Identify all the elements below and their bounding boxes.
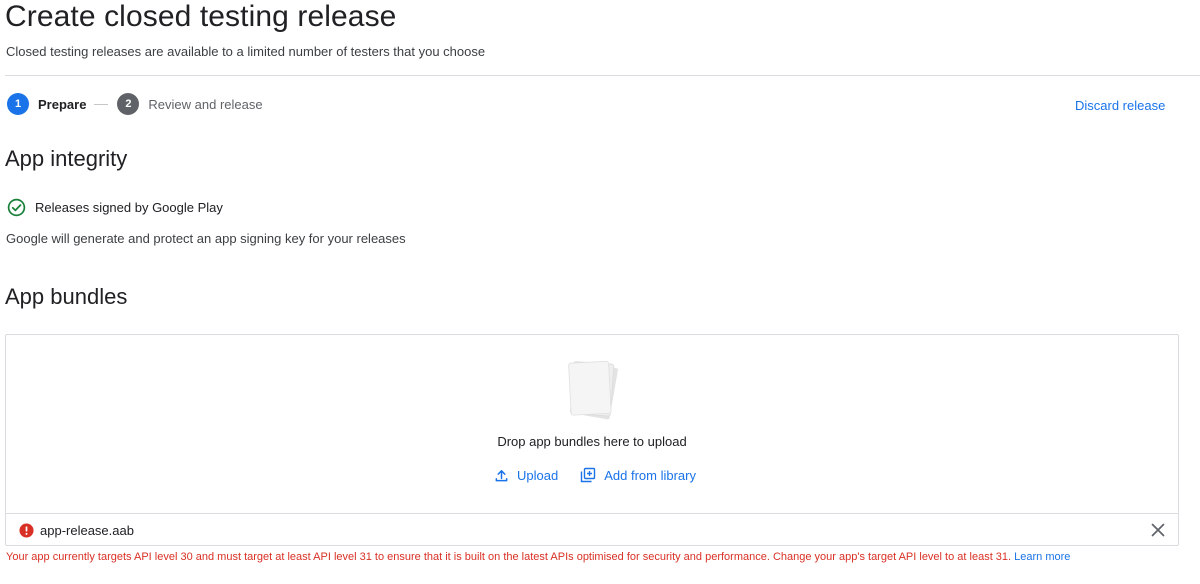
file-name: app-release.aab	[40, 522, 134, 538]
step-1-indicator: 1	[7, 93, 29, 115]
release-stepper: 1 Prepare 2 Review and release	[7, 93, 263, 115]
library-add-icon	[581, 467, 596, 483]
signing-description: Google will generate and protect an app …	[6, 231, 406, 246]
add-from-library-label: Add from library	[604, 467, 696, 483]
close-icon[interactable]	[1150, 522, 1166, 538]
uploaded-file-row: app-release.aab	[6, 513, 1178, 546]
app-bundles-title: App bundles	[5, 284, 128, 309]
header-divider	[5, 75, 1200, 76]
discard-release-link[interactable]: Discard release	[1075, 98, 1165, 113]
app-bundle-upload-card: Drop app bundles here to upload Upload A…	[5, 334, 1179, 546]
upload-icon	[495, 469, 508, 481]
app-integrity-title: App integrity	[5, 146, 128, 171]
check-circle-icon	[7, 198, 26, 216]
error-icon	[19, 522, 34, 538]
upload-button[interactable]: Upload	[494, 467, 558, 483]
signing-status: Releases signed by Google Play	[7, 197, 223, 217]
upload-actions: Upload Add from library	[6, 467, 1178, 483]
document-stack-icon	[568, 360, 618, 420]
page-title: Create closed testing release	[5, 0, 397, 33]
step-connector	[94, 103, 109, 105]
api-level-error-message: Your app currently targets API level 30 …	[6, 551, 1070, 563]
signing-status-label: Releases signed by Google Play	[35, 199, 223, 215]
step-2-indicator: 2	[117, 93, 140, 115]
bundle-drop-zone[interactable]: Drop app bundles here to upload Upload A…	[6, 335, 1178, 513]
learn-more-link[interactable]: Learn more	[1014, 551, 1070, 563]
drop-instruction: Drop app bundles here to upload	[497, 434, 687, 449]
step-1-label[interactable]: Prepare	[38, 97, 86, 112]
step-2-label[interactable]: Review and release	[148, 97, 262, 112]
upload-button-label: Upload	[517, 467, 559, 483]
add-from-library-button[interactable]: Add from library	[580, 467, 696, 483]
api-level-error-text: Your app currently targets API level 30 …	[6, 551, 1012, 563]
page-subtitle: Closed testing releases are available to…	[6, 44, 486, 59]
